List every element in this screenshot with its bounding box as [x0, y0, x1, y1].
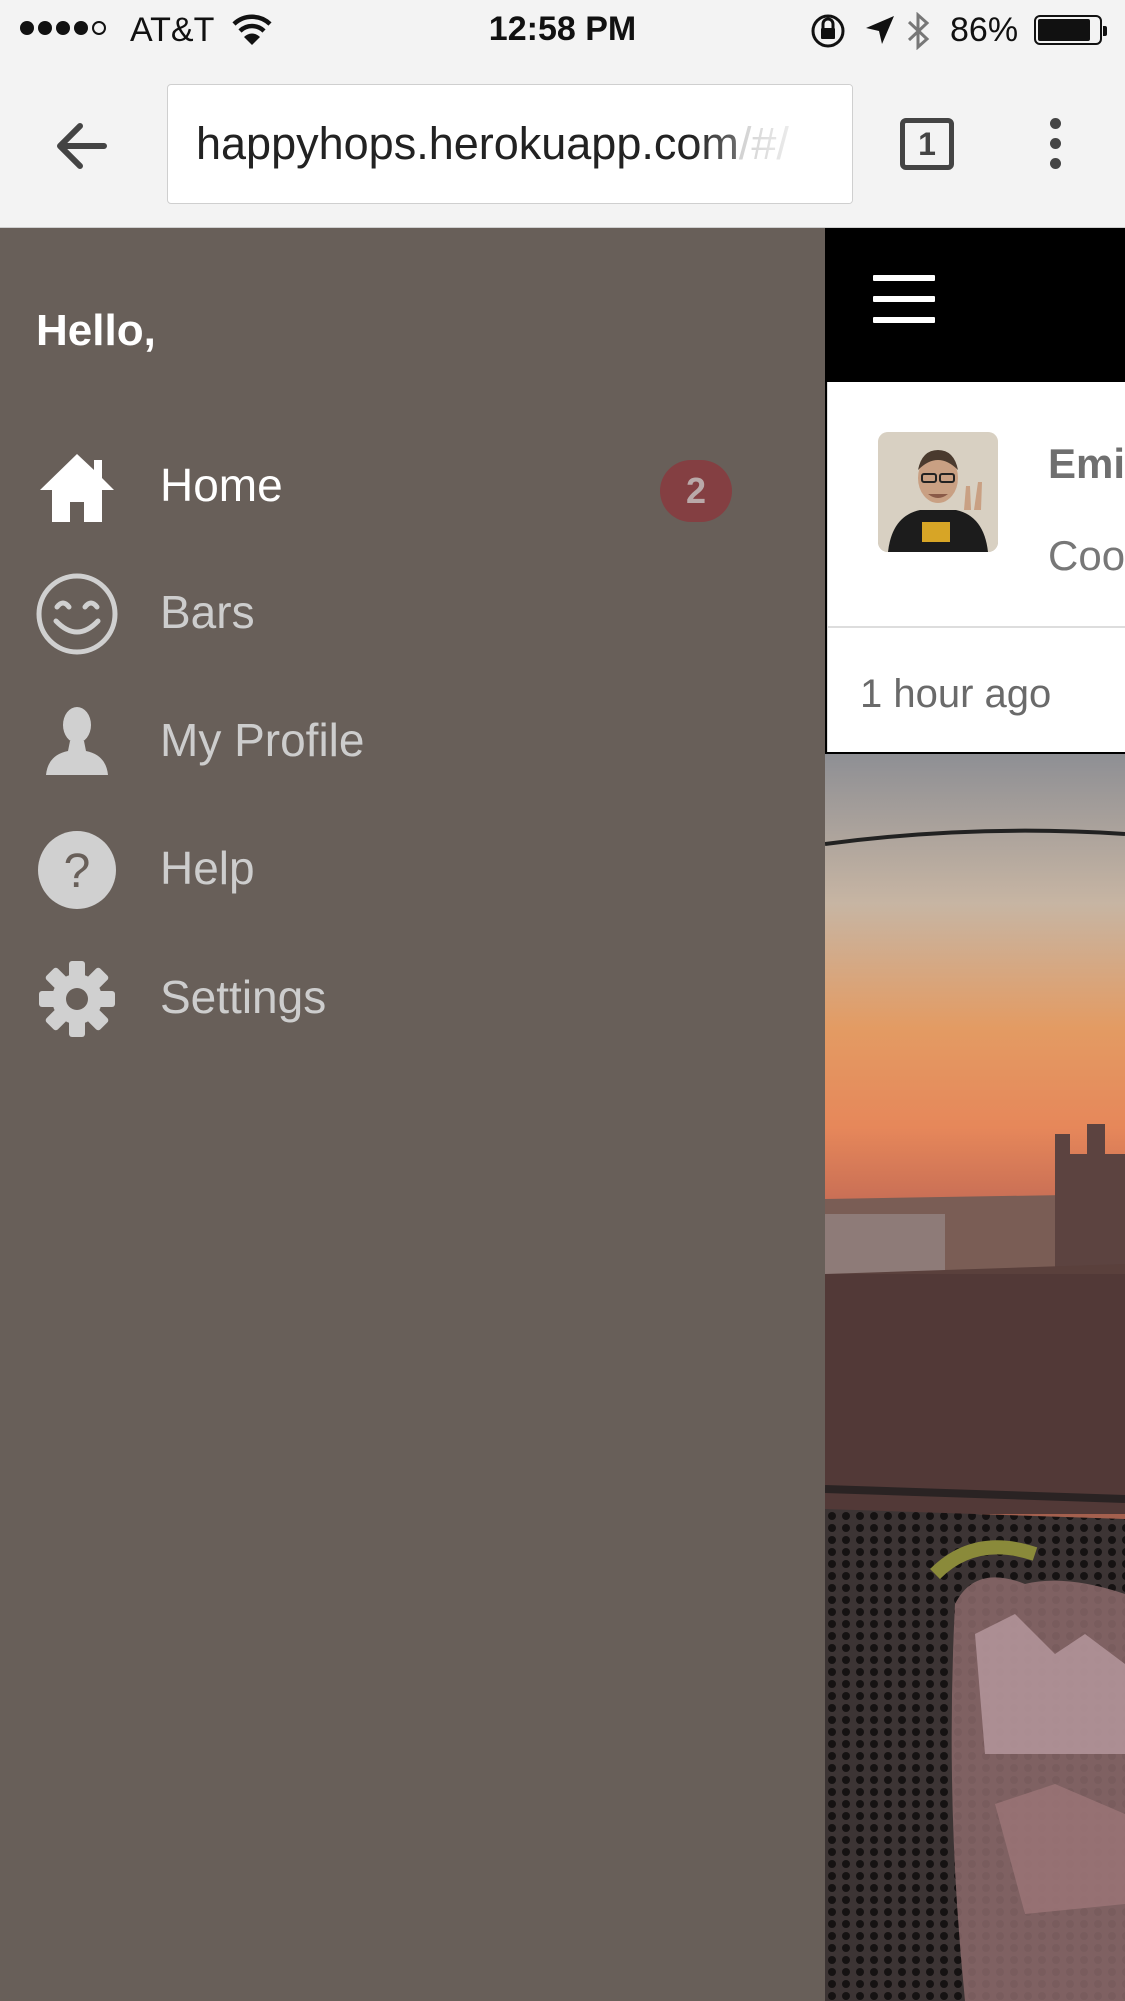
smiley-icon — [36, 573, 118, 655]
svg-text:?: ? — [64, 845, 91, 898]
post-author[interactable]: Emil — [1048, 440, 1125, 488]
drawer-item-settings[interactable]: Settings — [0, 940, 825, 1050]
post-card[interactable]: Emil Coo 1 hour ago — [827, 382, 1125, 752]
post-text: Coo — [1048, 532, 1125, 579]
drawer-item-home[interactable]: Home 2 — [0, 428, 825, 538]
person-icon — [46, 707, 108, 775]
location-arrow-icon — [866, 16, 894, 44]
status-bar: AT&T 12:58 PM 86% — [0, 0, 1125, 60]
drawer-item-label: My Profile — [160, 714, 365, 766]
rotation-lock-icon — [811, 14, 845, 48]
back-arrow-icon[interactable] — [52, 116, 112, 176]
overflow-menu-icon[interactable] — [1040, 118, 1070, 172]
hamburger-icon[interactable] — [873, 275, 935, 323]
address-bar[interactable]: happyhops.herokuapp.com/#/ — [167, 84, 853, 204]
drawer-item-help[interactable]: ? Help — [0, 811, 825, 921]
post-timestamp: 1 hour ago — [860, 672, 1052, 716]
browser-toolbar: happyhops.herokuapp.com/#/ 1 — [0, 60, 1125, 228]
drawer-item-label: Home — [160, 459, 283, 511]
battery-percent: 86% — [950, 11, 1019, 49]
help-icon: ? — [38, 831, 116, 909]
tabs-icon[interactable]: 1 — [900, 118, 954, 170]
drawer-item-label: Help — [160, 842, 255, 894]
avatar[interactable] — [878, 432, 998, 552]
url-text: happyhops.herokuapp.com — [196, 118, 739, 169]
drawer-item-label: Bars — [160, 586, 255, 638]
feed-panel[interactable]: Emil Coo 1 hour ago — [825, 228, 1125, 2001]
home-icon — [40, 454, 114, 522]
app-header — [825, 228, 1125, 382]
bluetooth-icon — [907, 12, 930, 50]
divider — [828, 626, 1125, 628]
side-drawer: Hello, Home 2 Bars My Profile ? Help Set… — [0, 228, 825, 2001]
greeting-text: Hello, — [36, 306, 156, 355]
battery-level-fill — [1038, 19, 1090, 41]
post-photo[interactable] — [825, 754, 1125, 2001]
notification-badge: 2 — [660, 460, 732, 522]
gear-icon — [39, 961, 115, 1037]
drawer-item-my-profile[interactable]: My Profile — [0, 683, 825, 793]
drawer-item-label: Settings — [160, 971, 327, 1023]
url-text-faded: /#/ — [738, 118, 789, 169]
drawer-item-bars[interactable]: Bars — [0, 555, 825, 665]
battery-icon — [1034, 15, 1107, 45]
